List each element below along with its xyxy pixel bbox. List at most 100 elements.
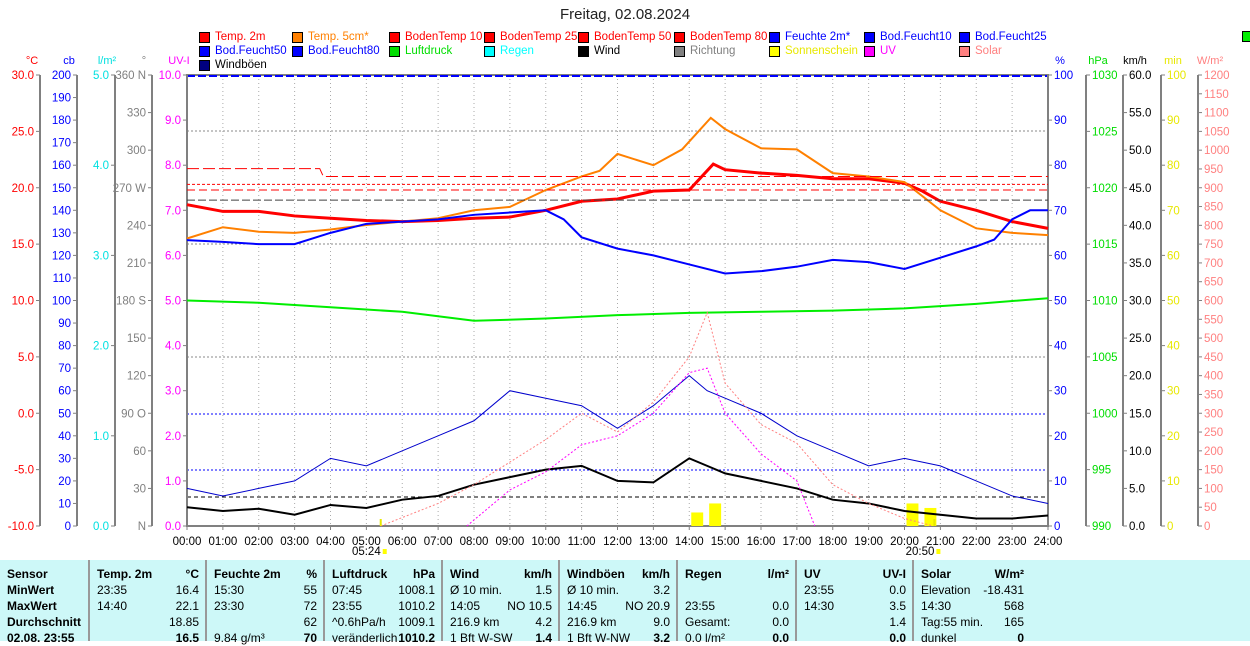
table-row xyxy=(678,582,795,598)
cell-label: UV xyxy=(804,567,821,581)
axis-tick-label: 5.0 xyxy=(18,352,34,364)
axis-tick-label: 20 xyxy=(1054,431,1067,443)
table-header: Feuchte 2m% xyxy=(207,566,323,582)
axis-tick-label: 40 xyxy=(1167,341,1180,353)
axis-unit: min xyxy=(1164,55,1182,67)
axis-tick-label: 120 xyxy=(127,371,146,383)
axis-tick-label: 45.0 xyxy=(1129,183,1151,195)
cell-value: 0 xyxy=(1017,631,1024,645)
cell-value: 22.1 xyxy=(175,599,199,613)
table-row: 23:30 72 xyxy=(207,598,323,614)
axis-tick-label: 30 xyxy=(1167,386,1180,398)
axis-tick-label: 400 xyxy=(1204,371,1223,383)
cell-value: 1010.2 xyxy=(398,631,435,645)
axis-tick-label: 70 xyxy=(1167,205,1180,217)
x-tick-label: 24:00 xyxy=(1034,536,1063,548)
table-header: Regen l/m² xyxy=(678,566,795,582)
axis-tick-label: 25.0 xyxy=(12,126,34,138)
axis-tick-label: 90 O xyxy=(121,408,146,420)
cell-value: 16.4 xyxy=(175,583,199,597)
table-row: 18.85 xyxy=(90,614,205,630)
cell-label: 15:30 xyxy=(214,583,245,597)
cell-label: Regen xyxy=(685,567,722,581)
table-row: 14:45 NO 20.9 xyxy=(560,598,676,614)
axis-tick-label: 330 xyxy=(127,108,146,120)
x-tick-label: 01:00 xyxy=(208,536,237,548)
axis-tick-label: 4.0 xyxy=(165,341,181,353)
axis-unit: UV-I xyxy=(168,55,189,67)
table-row: 15:30 55 xyxy=(207,582,323,598)
cell-label: Wind xyxy=(450,567,480,581)
axis-tick-label: 30 xyxy=(133,483,146,495)
cell-label: 14:30 xyxy=(921,599,952,613)
plot-area xyxy=(186,74,1049,527)
table-row: Gesamt: 0.0 xyxy=(678,614,795,630)
axis-tick-label: 2.0 xyxy=(165,431,181,443)
cell-label: 0.0 l/m² xyxy=(685,631,726,645)
axis-tick-label: 130 xyxy=(52,228,71,240)
axis-tick-label: 3.0 xyxy=(93,250,109,262)
cell-label: ^0.6hPa/h xyxy=(332,615,386,629)
cell-label: Ø 10 min. xyxy=(567,583,620,597)
axis-tick-label: 80 xyxy=(1167,160,1180,172)
axis-tick-label: 900 xyxy=(1204,183,1223,195)
table-row: 23:35 16.4 xyxy=(90,582,205,598)
axis-tick-label: 30 xyxy=(58,453,71,465)
axis-tick-label: 995 xyxy=(1092,465,1111,477)
x-tick-label: 02:00 xyxy=(244,536,273,548)
axis-tick-label: 40.0 xyxy=(1129,220,1151,232)
cell-value: °C xyxy=(185,567,199,581)
axis-unit: hPa xyxy=(1088,55,1108,67)
cell-value: 1010.2 xyxy=(398,599,435,613)
cell-label: Sensor xyxy=(7,567,48,581)
axis-tick-label: 40 xyxy=(58,431,71,443)
axis-tick-label: 50 xyxy=(1167,296,1180,308)
axis-tick-label: 200 xyxy=(52,70,71,82)
axis-tick-label: 20 xyxy=(58,476,71,488)
axis-tick-label: 90 xyxy=(1167,115,1180,127)
axis-tick-label: 450 xyxy=(1204,352,1223,364)
x-tick-label: 15:00 xyxy=(711,536,740,548)
axis-tick-label: 5.0 xyxy=(93,70,109,82)
cell-label: Feuchte 2m xyxy=(214,567,281,581)
axis-tick-label: 10 xyxy=(1167,476,1180,488)
cell-label: veränderlich xyxy=(332,631,398,645)
axis-unit: % xyxy=(1055,55,1065,67)
table-column: Sensor MinWert MaxWert Durchschnitt 02.08. 2… xyxy=(0,560,86,645)
x-tick-label: 03:00 xyxy=(280,536,309,548)
x-tick-label: 08:00 xyxy=(460,536,489,548)
table-column: Luftdruck hPa 07:45 1008.1 23:55 1010.2 ^0.6hP… xyxy=(323,560,441,645)
table-row: Tag:55 min. 165 xyxy=(914,614,1030,630)
axis-tick-label: 15.0 xyxy=(1129,408,1151,420)
table-row: 1.4 xyxy=(797,614,912,630)
table-header: Solar W/m² xyxy=(914,566,1030,582)
table-column: UV UV-I 23:55 0.0 14:30 3.5 1.4 0.0 xyxy=(795,560,912,645)
axis-tick-label: 170 xyxy=(52,138,71,150)
axis-tick-label: 0 xyxy=(65,521,71,533)
table-row: ^0.6hPa/h 1009.1 xyxy=(325,614,441,630)
sunrise-label: 05:24 xyxy=(352,546,381,558)
cell-value: 165 xyxy=(1003,615,1024,629)
cell-value: 72 xyxy=(303,599,317,613)
axis-tick-label: 40 xyxy=(1054,341,1067,353)
axis-unit: cb xyxy=(63,55,75,67)
axis-tick-label: 90 xyxy=(1054,115,1067,127)
cell-value: 62 xyxy=(303,615,317,629)
table-row: 14:30 568 xyxy=(914,598,1030,614)
axis-tick-label: 50 xyxy=(1204,502,1217,514)
table-row: dunkel 0 xyxy=(914,630,1030,646)
cell-label: 02.08. 23:55 xyxy=(7,631,75,645)
cell-label: 23:55 xyxy=(685,599,716,613)
axis-tick-label: -5.0 xyxy=(14,465,34,477)
axis-tick-label: 950 xyxy=(1204,164,1223,176)
axis-tick-label: 0 xyxy=(1204,521,1210,533)
sunshine-bar xyxy=(906,503,919,526)
cell-label: Elevation xyxy=(921,583,971,597)
cell-value: W/m² xyxy=(994,567,1024,581)
cell-value: NO 20.9 xyxy=(625,599,670,613)
axis-tick-label: 180 S xyxy=(116,296,146,308)
cell-value: 0.0 xyxy=(772,599,789,613)
table-row: MaxWert xyxy=(0,598,86,614)
axis-tick-label: -10.0 xyxy=(8,521,34,533)
table-row: MinWert xyxy=(0,582,86,598)
